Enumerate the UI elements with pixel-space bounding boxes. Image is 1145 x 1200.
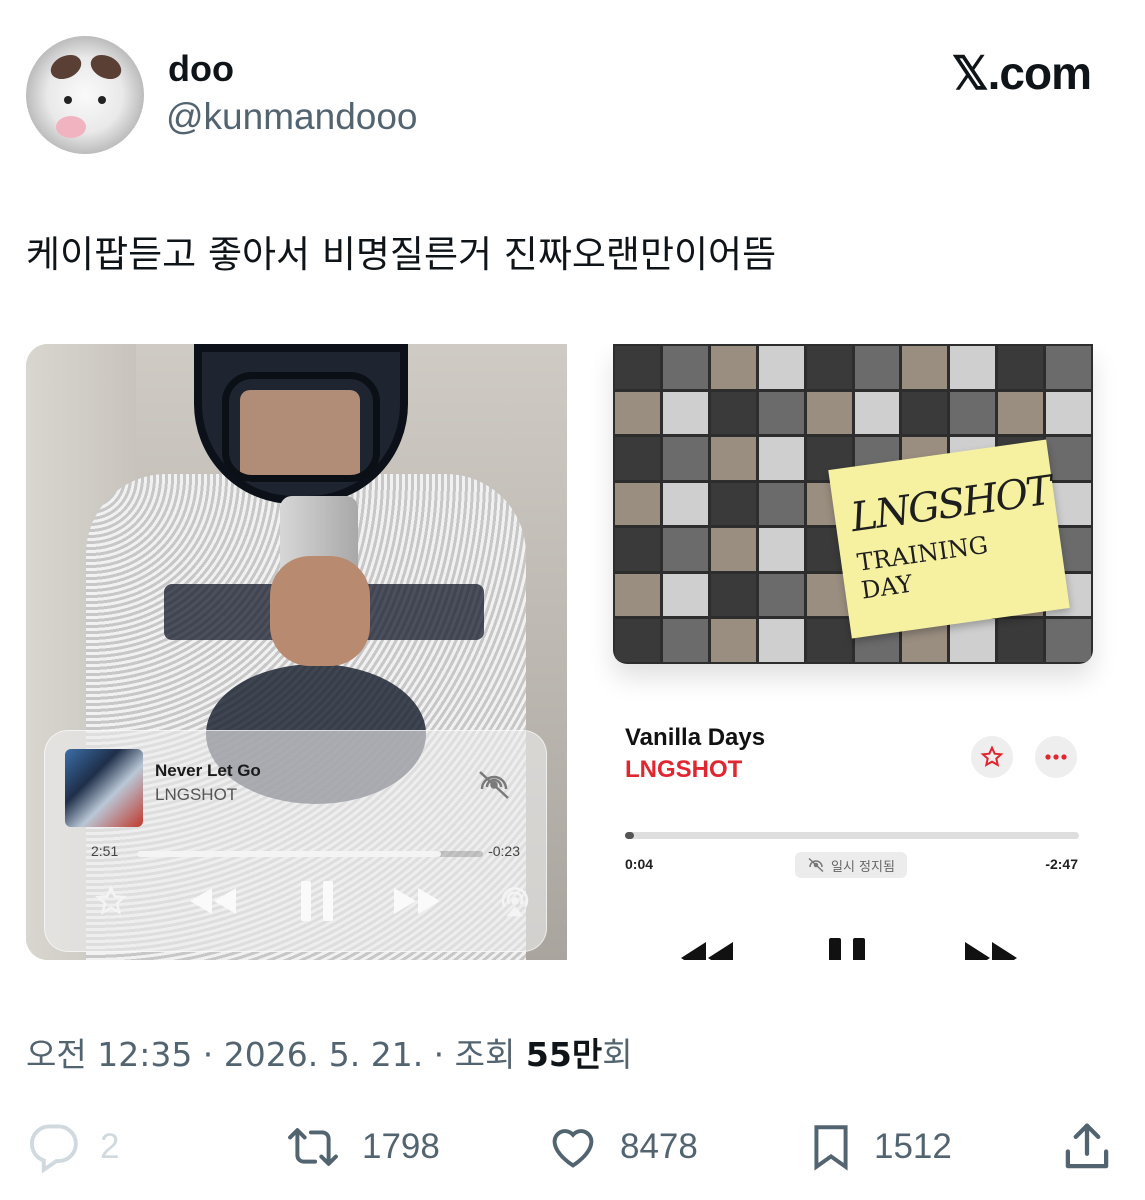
avatar-ear [46, 50, 86, 84]
view-count: 55만 [525, 1035, 603, 1074]
avatar-eye [64, 96, 72, 104]
bookmark-button[interactable]: 1512 [806, 1112, 952, 1182]
media-photo-right[interactable]: LNGSHOT TRAINING DAY Vanilla Days LNGSHO… [579, 344, 1118, 960]
x-logo: 𝕏.com [951, 47, 1092, 99]
rewind-icon[interactable] [679, 938, 735, 960]
progress-fill [625, 832, 635, 839]
reply-button[interactable]: 2 [26, 1112, 119, 1182]
elapsed-time: 2:51 [91, 843, 119, 859]
favorite-button[interactable] [971, 736, 1013, 778]
sticky-note: LNGSHOT TRAINING DAY [828, 439, 1070, 639]
progress-bar[interactable] [625, 832, 1079, 839]
avatar-nose [56, 116, 86, 138]
reply-count: 2 [100, 1127, 120, 1166]
ellipsis-icon [1045, 754, 1067, 760]
progress-bar[interactable] [137, 851, 483, 857]
star-icon[interactable] [91, 879, 131, 923]
like-count: 8478 [620, 1127, 698, 1166]
avatar-eye [98, 96, 106, 104]
retweet-button[interactable]: 1798 [282, 1112, 440, 1182]
now-playing-widget: Never Let Go LNGSHOT 2:51 -0:23 [44, 730, 547, 952]
display-name[interactable]: doo [168, 48, 234, 90]
airplay-icon[interactable] [497, 879, 533, 923]
share-icon [1065, 1123, 1109, 1169]
share-button[interactable] [1060, 1112, 1114, 1182]
retweet-count: 1798 [362, 1127, 440, 1166]
avatar[interactable] [26, 36, 144, 154]
retweet-icon [288, 1128, 338, 1166]
view-suffix: 회 [602, 1035, 633, 1074]
track-title: Never Let Go [155, 761, 261, 780]
song-artist[interactable]: LNGSHOT [625, 756, 742, 784]
album-cover: LNGSHOT TRAINING DAY [613, 344, 1093, 664]
album-art [65, 749, 143, 827]
fast-forward-icon[interactable] [963, 938, 1019, 960]
rewind-icon[interactable] [185, 879, 241, 923]
paused-status: 일시 정지됨 [795, 852, 907, 878]
tweet-text: 케이팝듣고 좋아서 비명질른거 진짜오랜만이어뜸 [26, 233, 777, 276]
airplay-off-icon [808, 857, 824, 873]
remaining-time: -2:47 [1045, 856, 1078, 872]
reply-icon [29, 1124, 78, 1173]
paused-label: 일시 정지됨 [831, 859, 895, 875]
airplay-off-icon [476, 769, 512, 801]
fast-forward-icon[interactable] [389, 879, 445, 923]
song-title: Vanilla Days [625, 724, 766, 751]
pause-icon[interactable] [297, 879, 337, 923]
track-artist: LNGSHOT [155, 785, 238, 804]
more-button[interactable] [1035, 736, 1077, 778]
star-icon [980, 745, 1004, 767]
remaining-time: -0:23 [488, 843, 520, 859]
bookmark-count: 1512 [874, 1127, 952, 1166]
timestamp[interactable]: 오전 12:35 · 2026. 5. 21. · 조회 [26, 1035, 526, 1074]
heart-icon [552, 1129, 594, 1168]
user-handle[interactable]: @kunmandooo [166, 96, 418, 138]
media-photo-left[interactable]: Never Let Go LNGSHOT 2:51 -0:23 [26, 344, 567, 960]
tweet-meta: 오전 12:35 · 2026. 5. 21. · 조회 55만회 [26, 1028, 633, 1076]
pause-icon[interactable] [825, 938, 869, 960]
elapsed-time: 0:04 [625, 856, 654, 872]
tweet-media[interactable]: Never Let Go LNGSHOT 2:51 -0:23 LNGSHOT … [26, 344, 1118, 960]
avatar-ear [86, 50, 126, 84]
bookmark-icon [814, 1125, 848, 1171]
like-button[interactable]: 8478 [544, 1112, 698, 1182]
photo-hand [270, 556, 370, 666]
action-bar: 2 1798 8478 1512 [0, 1112, 1145, 1182]
progress-fill [137, 851, 442, 857]
